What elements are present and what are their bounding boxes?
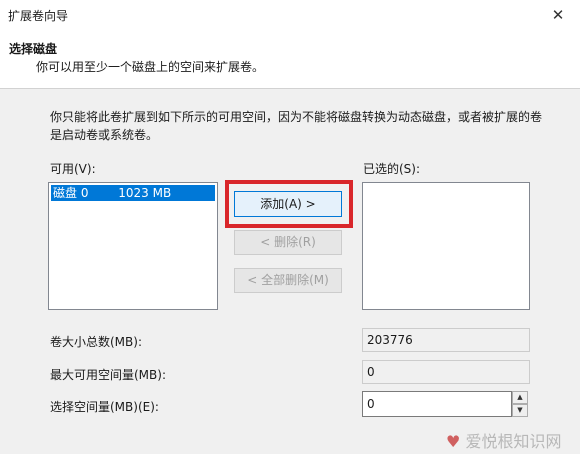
disk-name: 磁盘 0 — [53, 186, 89, 200]
disk-size: 1023 MB — [118, 186, 172, 200]
add-button[interactable]: 添加(A) > — [234, 191, 342, 217]
page-subtitle: 你可以用至少一个磁盘上的空间来扩展卷。 — [36, 60, 265, 74]
spin-down-button[interactable]: ▼ — [512, 404, 528, 417]
spin-up-icon: ▲ — [517, 393, 523, 401]
window-title: 扩展卷向导 — [8, 9, 69, 23]
available-disk-item[interactable]: 磁盘 0 1023 MB — [51, 185, 215, 201]
select-amount-input[interactable]: 0 — [362, 391, 512, 417]
total-size-label: 卷大小总数(MB): — [50, 335, 142, 349]
title-bar — [0, 0, 580, 30]
available-label: 可用(V): — [50, 162, 96, 176]
remove-button[interactable]: < 删除(R) — [234, 230, 342, 255]
spin-down-icon: ▼ — [517, 406, 523, 414]
selected-disks-list[interactable] — [362, 182, 530, 310]
select-amount-label: 选择空间量(MB)(E): — [50, 400, 159, 414]
max-available-label: 最大可用空间量(MB): — [50, 368, 166, 382]
available-disks-list[interactable]: 磁盘 0 1023 MB — [48, 182, 218, 310]
spin-up-button[interactable]: ▲ — [512, 391, 528, 404]
selected-label: 已选的(S): — [363, 162, 421, 176]
remove-all-button[interactable]: < 全部删除(M) — [234, 268, 342, 293]
description-text: 你只能将此卷扩展到如下所示的可用空间，因为不能将磁盘转换为动态磁盘，或者被扩展的… — [50, 110, 543, 142]
watermark: ♥ 爱悦根知识网 — [446, 428, 561, 452]
close-icon[interactable]: ✕ — [547, 4, 569, 26]
max-available-field: 0 — [362, 360, 530, 384]
page-title: 选择磁盘 — [9, 42, 58, 56]
total-size-field: 203776 — [362, 328, 530, 352]
heart-icon: ♥ — [446, 432, 461, 451]
watermark-text: 爱悦根知识网 — [465, 432, 562, 451]
